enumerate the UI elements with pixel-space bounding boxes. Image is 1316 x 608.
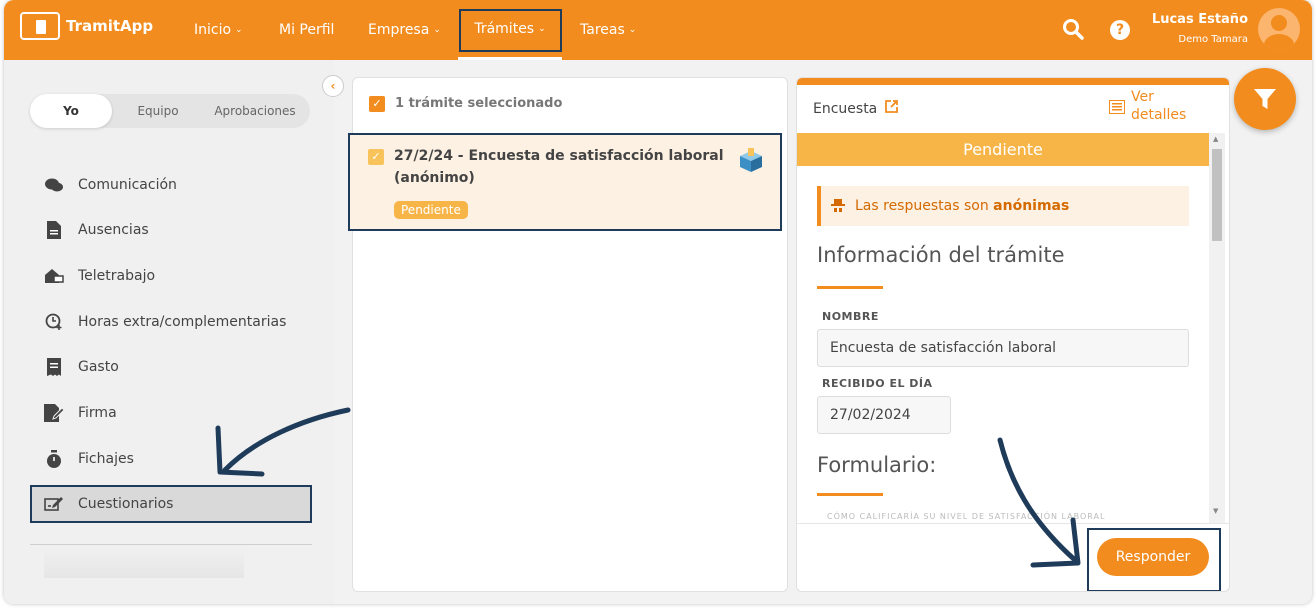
detail-type: Encuesta bbox=[813, 100, 899, 117]
home-computer-icon bbox=[44, 267, 64, 285]
faded-question-text: CÓMO CALIFICARÍA SU NIVEL DE SATISFACCIÓ… bbox=[827, 512, 1106, 521]
search-icon[interactable] bbox=[1062, 18, 1084, 40]
status-badge: Pendiente bbox=[394, 201, 468, 219]
name-field-label: NOMBRE bbox=[822, 310, 879, 323]
list-icon bbox=[1109, 100, 1125, 114]
anon-text: Las respuestas son bbox=[855, 198, 989, 214]
nav-empresa[interactable]: Empresa ⌄ bbox=[368, 0, 441, 60]
chevron-down-icon: ⌄ bbox=[235, 25, 243, 35]
anonymous-notice: Las respuestas son anónimas bbox=[817, 186, 1189, 226]
stopwatch-icon bbox=[44, 450, 64, 468]
signature-icon bbox=[44, 404, 64, 422]
top-navigation-bar: TramitApp Inicio ⌄ Mi Perfil Empresa ⌄ T… bbox=[4, 0, 1312, 60]
app-window: TramitApp Inicio ⌄ Mi Perfil Empresa ⌄ T… bbox=[4, 0, 1312, 604]
user-company: Demo Tamara bbox=[1178, 34, 1248, 45]
logo-icon bbox=[20, 12, 60, 40]
info-section-title: Información del trámite bbox=[817, 243, 1065, 267]
nav-tareas[interactable]: Tareas ⌄ bbox=[580, 0, 636, 60]
scroll-thumb[interactable] bbox=[1212, 149, 1222, 241]
sidebar-item-comunicacion[interactable]: Comunicación bbox=[44, 173, 177, 197]
item-checkbox[interactable]: ✓ bbox=[368, 149, 384, 165]
selected-count-text: 1 trámite seleccionado bbox=[395, 96, 563, 111]
segment-aprobaciones[interactable]: Aprobaciones bbox=[202, 94, 308, 128]
sidebar-item-firma[interactable]: Firma bbox=[44, 401, 117, 425]
clock-plus-icon bbox=[44, 313, 64, 331]
segment-yo[interactable]: Yo bbox=[30, 94, 112, 128]
received-date-field: 27/02/2024 bbox=[817, 396, 951, 434]
chevron-down-icon: ⌄ bbox=[628, 25, 637, 35]
scroll-up-arrow[interactable]: ▲ bbox=[1213, 135, 1218, 143]
name-field: Encuesta de satisfacción laboral bbox=[817, 329, 1189, 367]
tramite-detail-panel: Encuesta Ver detalles Pendiente Las resp… bbox=[796, 77, 1230, 592]
form-section-title: Formulario: bbox=[817, 453, 937, 477]
select-all-checkbox[interactable]: ✓ bbox=[369, 96, 385, 112]
sidebar-divider bbox=[30, 544, 312, 545]
section-underline bbox=[817, 493, 883, 496]
status-banner: Pendiente bbox=[797, 133, 1209, 166]
avatar[interactable] bbox=[1258, 8, 1300, 50]
scroll-down-arrow[interactable]: ▼ bbox=[1213, 507, 1218, 515]
tramites-list-panel: ✓ 1 trámite seleccionado ✓ 27/2/24 - Enc… bbox=[348, 77, 788, 592]
sidebar-item-ausencias[interactable]: Ausencias bbox=[44, 218, 149, 242]
sidebar: Yo Equipo Aprobaciones Comunicación Ause… bbox=[4, 60, 334, 604]
edit-form-icon bbox=[44, 495, 64, 513]
segment-equipo[interactable]: Equipo bbox=[118, 94, 198, 128]
filter-button[interactable] bbox=[1234, 68, 1296, 130]
detail-scrollbar[interactable]: ▲ ▼ bbox=[1209, 133, 1225, 523]
incognito-icon bbox=[831, 199, 845, 212]
responder-button[interactable]: Responder bbox=[1097, 538, 1209, 576]
nav-inicio[interactable]: Inicio ⌄ bbox=[194, 0, 243, 60]
collapse-sidebar-button[interactable]: ‹ bbox=[322, 75, 344, 97]
help-icon[interactable]: ? bbox=[1110, 20, 1130, 40]
list-item[interactable]: ✓ 27/2/24 - Encuesta de satisfacción lab… bbox=[348, 133, 782, 231]
ballot-box-icon bbox=[740, 148, 762, 172]
receipt-icon bbox=[44, 358, 64, 376]
sidebar-item-teletrabajo[interactable]: Teletrabajo bbox=[44, 264, 155, 288]
view-details-link[interactable]: Ver detalles bbox=[1109, 88, 1189, 124]
detail-accent-bar bbox=[797, 78, 1229, 85]
sidebar-item-horas-extra[interactable]: Horas extra/complementarias bbox=[44, 310, 286, 334]
scope-segmented-control: Yo Equipo Aprobaciones bbox=[30, 94, 310, 128]
chevron-down-icon: ⌄ bbox=[433, 25, 441, 35]
chat-bubbles-icon bbox=[44, 176, 64, 194]
user-name[interactable]: Lucas Estaño bbox=[1152, 12, 1248, 27]
nav-mi-perfil[interactable]: Mi Perfil bbox=[279, 0, 334, 60]
footer-divider bbox=[797, 523, 1229, 524]
tramites-highlight-box bbox=[459, 9, 562, 52]
sidebar-item-fichajes[interactable]: Fichajes bbox=[44, 447, 134, 471]
sidebar-item-gasto[interactable]: Gasto bbox=[44, 355, 119, 379]
filter-icon bbox=[1254, 89, 1276, 109]
received-field-label: RECIBIDO EL DÍA bbox=[822, 377, 933, 390]
logo-text: TramitApp bbox=[66, 17, 154, 35]
sidebar-item-cuestionarios[interactable]: Cuestionarios bbox=[44, 492, 173, 516]
external-link-icon[interactable] bbox=[885, 100, 899, 117]
item-title: 27/2/24 - Encuesta de satisfacción labor… bbox=[394, 148, 724, 186]
document-icon bbox=[44, 221, 64, 239]
anon-bold: anónimas bbox=[993, 198, 1070, 214]
detail-type-label: Encuesta bbox=[813, 100, 878, 117]
sidebar-scroll-fade bbox=[44, 548, 244, 578]
app-logo[interactable]: TramitApp bbox=[20, 12, 153, 40]
section-underline bbox=[817, 286, 883, 289]
